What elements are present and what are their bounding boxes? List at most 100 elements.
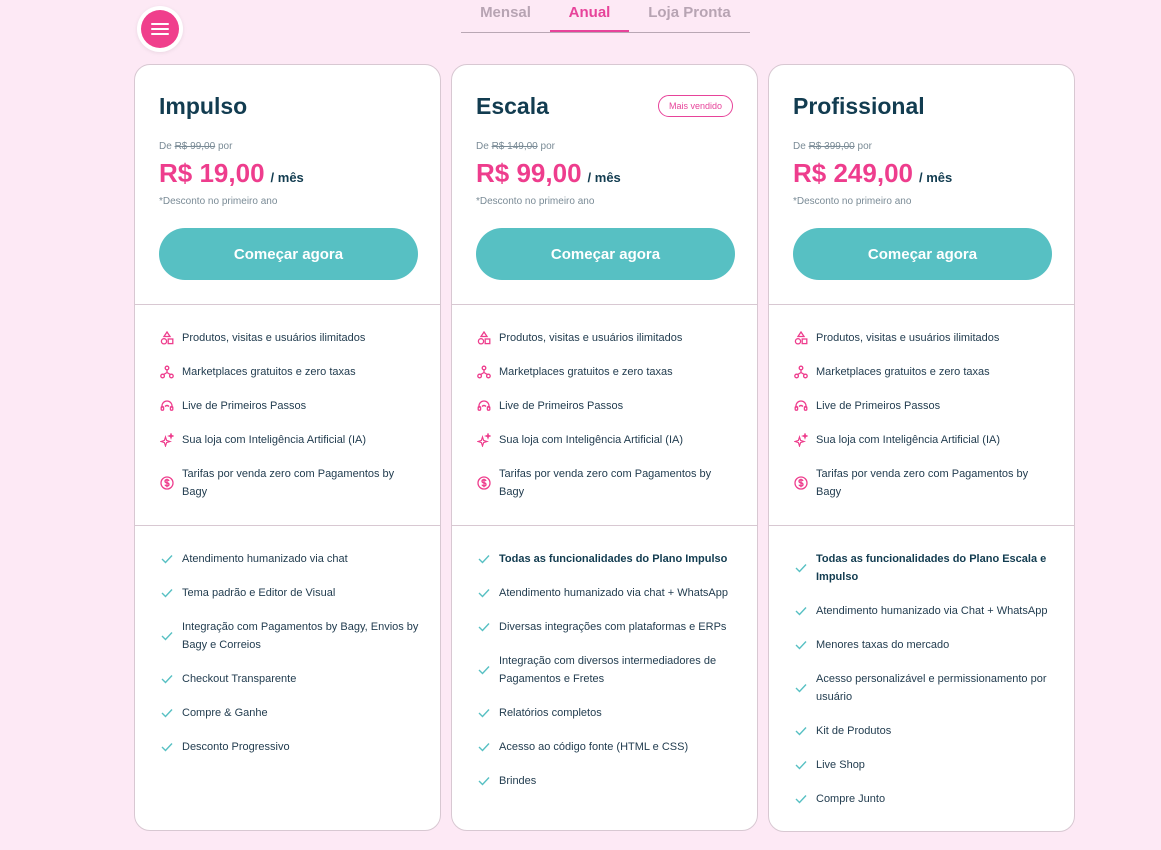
divider [769,304,1074,305]
old-price-value: R$ 99,00 [174,141,216,152]
price-row: R$ 249,00 / mês [793,158,952,189]
highlight-item: Sua loja com Inteligência Artificial (IA… [793,431,1053,449]
check-icon [476,618,492,636]
check-icon [476,661,492,679]
feature-item: Relatórios completos [476,704,736,722]
feature-text: Integração com Pagamentos by Bagy, Envio… [182,621,419,651]
sparkles-icon [476,431,492,449]
feature-item: Todas as funcionalidades do Plano Impuls… [476,550,736,568]
price: R$ 99,00 [476,158,582,188]
highlight-item: Tarifas por venda zero com Pagamentos by… [793,465,1053,501]
menu-button[interactable] [137,6,183,52]
check-icon [793,790,809,808]
feature-text: Desconto Progressivo [182,741,290,753]
feature-text: Tema padrão e Editor de Visual [182,587,336,599]
highlight-item: Live de Primeiros Passos [476,397,736,415]
feature-item: Brindes [476,772,736,790]
highlight-item: Produtos, visitas e usuários ilimitados [476,329,736,347]
feature-text: Produtos, visitas e usuários ilimitados [816,332,1000,344]
support-icon [793,397,809,415]
feature-item: Tema padrão e Editor de Visual [159,584,419,602]
plan-name: Impulso [159,93,248,119]
feature-item: Acesso ao código fonte (HTML e CSS) [476,738,736,756]
discount-note: *Desconto no primeiro ano [476,196,595,207]
best-seller-badge: Mais vendido [657,95,733,117]
check-icon [793,722,809,740]
highlight-item: Live de Primeiros Passos [159,397,419,415]
check-icon [793,636,809,654]
feature-item: Compre Junto [793,790,1053,808]
feature-text: Atendimento humanizado via chat [182,553,348,565]
feature-text: Todas as funcionalidades do Plano Escala… [816,553,1047,583]
feature-item: Integração com diversos intermediadores … [476,652,736,688]
check-icon [793,679,809,697]
dollar-icon [793,474,809,492]
feature-text: Live de Primeiros Passos [816,400,941,412]
feature-text: Todas as funcionalidades do Plano Impuls… [499,553,728,565]
check-icon [793,756,809,774]
check-icon [476,550,492,568]
dollar-icon [476,474,492,492]
feature-text: Produtos, visitas e usuários ilimitados [182,332,366,344]
feature-text: Atendimento humanizado via chat + WhatsA… [499,587,728,599]
shapes-icon [476,329,492,347]
feature-text: Atendimento humanizado via Chat + WhatsA… [816,605,1048,617]
tab-anual[interactable]: Anual [550,0,629,32]
check-icon [159,627,175,645]
old-price-suffix: por [540,141,555,152]
sparkles-icon [159,431,175,449]
start-now-button[interactable]: Começar agora [793,228,1052,280]
old-price-prefix: De [159,141,172,152]
feature-text: Acesso ao código fonte (HTML e CSS) [499,741,689,753]
support-icon [476,397,492,415]
hamburger-icon [141,10,179,48]
divider [135,304,440,305]
feature-text: Sua loja com Inteligência Artificial (IA… [182,434,367,446]
feature-text: Live Shop [816,759,865,771]
feature-item: Atendimento humanizado via chat + WhatsA… [476,584,736,602]
price-row: R$ 99,00 / mês [476,158,621,189]
feature-text: Integração com diversos intermediadores … [499,655,717,685]
feature-item: Atendimento humanizado via chat [159,550,419,568]
check-icon [793,559,809,577]
highlight-item: Marketplaces gratuitos e zero taxas [476,363,736,381]
highlight-item: Sua loja com Inteligência Artificial (IA… [476,431,736,449]
check-icon [159,704,175,722]
highlight-item: Produtos, visitas e usuários ilimitados [159,329,419,347]
dollar-icon [159,474,175,492]
feature-text: Acesso personalizável e permissionamento… [816,673,1047,703]
discount-note: *Desconto no primeiro ano [159,196,278,207]
divider [452,304,757,305]
price-period: / mês [270,170,304,185]
network-icon [159,363,175,381]
feature-item: Compre & Ganhe [159,704,419,722]
check-icon [476,704,492,722]
divider [135,525,440,526]
old-price: De R$ 149,00 por [476,141,555,152]
start-now-button[interactable]: Começar agora [159,228,418,280]
feature-text: Compre & Ganhe [182,707,268,719]
check-icon [159,670,175,688]
feature-text: Diversas integrações com plataformas e E… [499,621,727,633]
feature-item: Integração com Pagamentos by Bagy, Envio… [159,618,419,654]
highlight-item: Sua loja com Inteligência Artificial (IA… [159,431,419,449]
old-price-prefix: De [793,141,806,152]
network-icon [793,363,809,381]
feature-text: Relatórios completos [499,707,602,719]
old-price: De R$ 99,00 por [159,141,232,152]
feature-text: Live de Primeiros Passos [499,400,624,412]
feature-text: Sua loja com Inteligência Artificial (IA… [499,434,684,446]
divider [769,525,1074,526]
feature-text: Tarifas por venda zero com Pagamentos by… [816,468,1029,498]
tab-mensal[interactable]: Mensal [461,0,550,31]
tab-loja-pronta[interactable]: Loja Pronta [629,0,750,31]
billing-tabs: Mensal Anual Loja Pronta [461,0,750,33]
start-now-button[interactable]: Começar agora [476,228,735,280]
highlight-item: Live de Primeiros Passos [793,397,1053,415]
plan-name: Escala [476,93,549,119]
highlight-item: Produtos, visitas e usuários ilimitados [793,329,1053,347]
highlight-item: Marketplaces gratuitos e zero taxas [159,363,419,381]
feature-text: Compre Junto [816,793,886,805]
feature-text: Brindes [499,775,537,787]
check-icon [793,602,809,620]
